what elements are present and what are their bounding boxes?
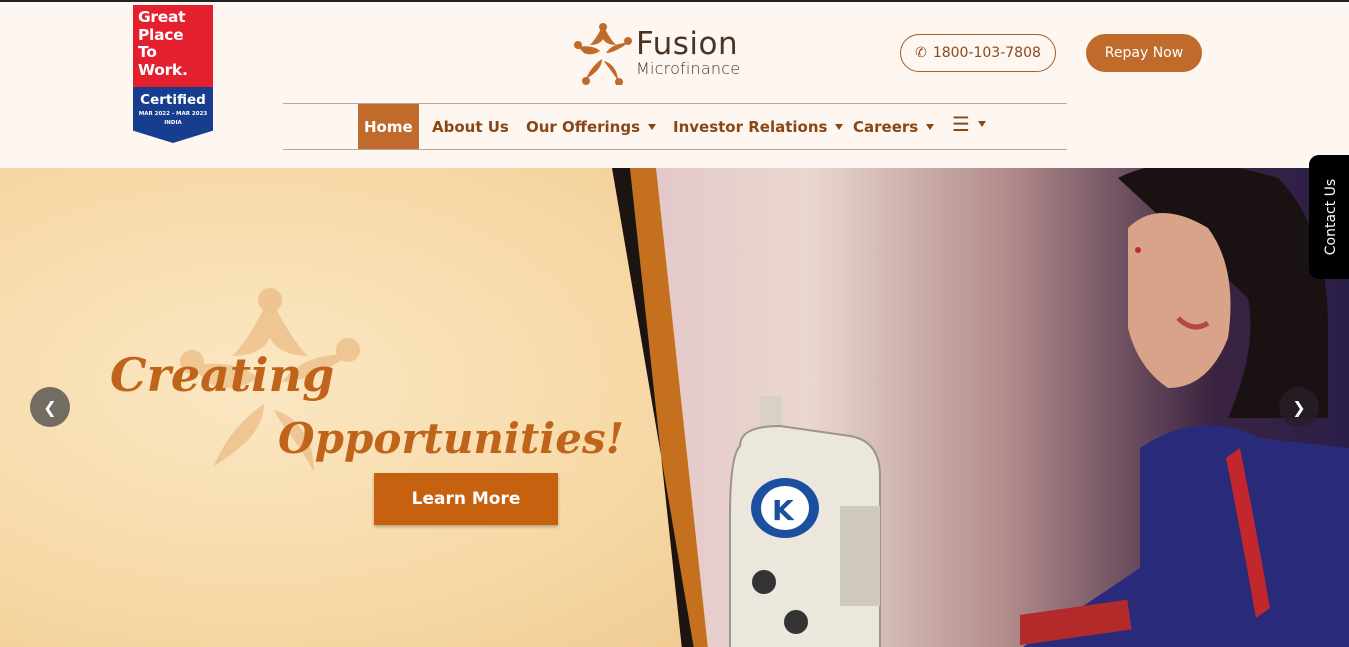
badge-line: To xyxy=(138,43,157,61)
caret-down-icon xyxy=(977,120,986,127)
repay-now-label: Repay Now xyxy=(1104,45,1184,61)
site-header: Great Place To Work. Certified MAR 2022 … xyxy=(0,2,1349,168)
nav-item-investor-relations[interactable]: Investor Relations xyxy=(673,104,844,149)
svg-text:K: K xyxy=(772,494,795,527)
slider-next-button[interactable]: ❯ xyxy=(1279,387,1319,427)
repay-now-button[interactable]: Repay Now xyxy=(1086,34,1202,72)
contact-us-label: Contact Us xyxy=(1323,178,1340,256)
badge-certified-label: Certified xyxy=(140,92,206,108)
nav-item-label: Careers xyxy=(853,117,919,136)
nav-item-about-us[interactable]: About Us xyxy=(432,104,509,149)
nav-item-label: Our Offerings xyxy=(526,117,641,136)
hero-slider: K Creating Opportunities! Learn More ❮ ❯ xyxy=(0,168,1349,647)
contact-us-tab[interactable]: Contact Us xyxy=(1309,155,1349,279)
main-nav: Home About Us Our Offerings Investor Rel… xyxy=(283,103,1067,150)
nav-more-menu[interactable]: ☰ xyxy=(952,101,986,146)
phone-icon: ✆ xyxy=(915,45,927,61)
badge-line: Great xyxy=(138,8,186,26)
learn-more-button[interactable]: Learn More xyxy=(374,473,558,525)
caret-down-icon xyxy=(835,123,844,130)
badge-line: Work. xyxy=(138,60,188,79)
woman-face-image xyxy=(1118,168,1328,418)
fusion-star-icon xyxy=(574,23,632,85)
nav-item-label: Home xyxy=(364,117,413,136)
sewing-machine-image: K xyxy=(729,396,881,647)
slider-prev-button[interactable]: ❮ xyxy=(30,387,70,427)
logo-brand: Fusion xyxy=(636,26,739,62)
hamburger-icon: ☰ xyxy=(952,111,970,136)
learn-more-label: Learn More xyxy=(411,489,521,509)
caret-down-icon xyxy=(648,123,657,130)
badge-line: Place xyxy=(138,25,184,44)
nav-item-label: About Us xyxy=(432,117,509,136)
badge-period: MAR 2022 - MAR 2023 xyxy=(138,111,208,117)
chevron-right-icon: ❯ xyxy=(1292,397,1306,417)
badge-certified: Certified MAR 2022 - MAR 2023 INDIA xyxy=(133,87,213,143)
caret-down-icon xyxy=(926,123,935,130)
nav-item-careers[interactable]: Careers xyxy=(853,104,935,149)
phone-number: 1800-103-7808 xyxy=(932,45,1041,61)
hero-parchment-background xyxy=(0,168,720,647)
logo-subtitle: Microfinance xyxy=(636,59,741,78)
logo-text: Fusion Microfinance xyxy=(636,28,740,78)
nav-item-our-offerings[interactable]: Our Offerings xyxy=(526,104,657,149)
chevron-left-icon: ❮ xyxy=(43,397,57,417)
badge-country: INDIA xyxy=(164,120,182,126)
nav-item-home[interactable]: Home xyxy=(358,104,419,149)
nav-item-label: Investor Relations xyxy=(673,117,828,136)
fusion-logo[interactable]: Fusion Microfinance xyxy=(572,20,748,86)
great-place-to-work-badge[interactable]: Great Place To Work. Certified MAR 2022 … xyxy=(133,5,213,143)
hero-headline-line2: Opportunities! xyxy=(278,414,625,463)
badge-title: Great Place To Work. xyxy=(133,5,213,87)
blue-blouse-image xyxy=(1020,425,1349,647)
hero-headline-line1: Creating xyxy=(110,348,335,402)
phone-button[interactable]: ✆ 1800-103-7808 xyxy=(900,34,1056,72)
